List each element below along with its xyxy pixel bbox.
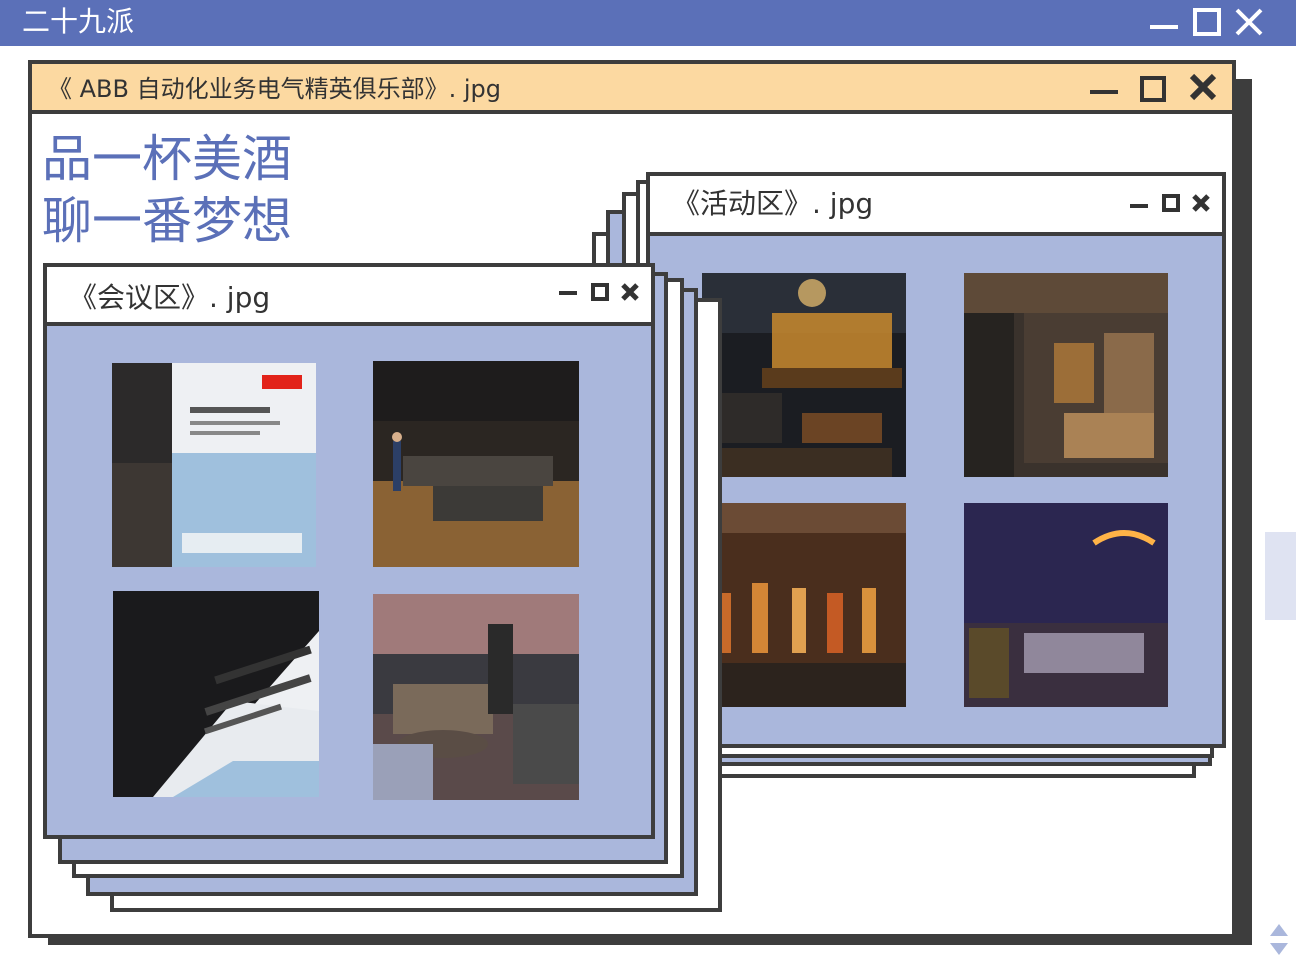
photo-banner-display[interactable]: [112, 363, 316, 567]
main-window-title-bar[interactable]: 《 ABB 自动化业务电气精英俱乐部》. jpg: [32, 64, 1232, 114]
scroll-down-icon[interactable]: [1270, 943, 1288, 955]
photo-lounge-armor[interactable]: [373, 594, 579, 800]
photo-meeting-room[interactable]: [373, 361, 579, 567]
app-title-bar: 二十九派: [0, 0, 1296, 46]
main-close-icon[interactable]: [1188, 72, 1218, 102]
photo-liquor-shelf[interactable]: [702, 503, 906, 707]
activity-close-icon[interactable]: [1190, 192, 1212, 214]
scroll-up-icon[interactable]: [1270, 924, 1288, 936]
photo-wine-wall-corridor[interactable]: [964, 273, 1168, 477]
meeting-window-title-bar[interactable]: 《会议区》. jpg: [47, 267, 651, 326]
app-maximize-icon[interactable]: [1192, 7, 1222, 37]
main-maximize-icon[interactable]: [1138, 74, 1168, 104]
scrollbar-thumb[interactable]: [1265, 532, 1296, 620]
activity-window: 《活动区》. jpg: [646, 172, 1226, 748]
activity-minimize-icon[interactable]: [1128, 196, 1150, 216]
main-minimize-icon[interactable]: [1088, 78, 1120, 102]
app-close-icon[interactable]: [1234, 7, 1264, 37]
photo-bar-lounge[interactable]: [702, 273, 906, 477]
main-window-title: 《 ABB 自动化业务电气精英俱乐部》. jpg: [48, 75, 501, 103]
app-minimize-icon[interactable]: [1148, 10, 1180, 36]
slogan-line-1: 品一杯美酒: [42, 130, 292, 188]
meeting-window-title: 《会议区》. jpg: [69, 281, 271, 314]
app-title: 二十九派: [22, 5, 135, 38]
meeting-maximize-icon[interactable]: [589, 281, 611, 303]
slogan-line-2: 聊一番梦想: [42, 192, 292, 250]
activity-maximize-icon[interactable]: [1160, 192, 1182, 214]
meeting-minimize-icon[interactable]: [557, 283, 579, 303]
meeting-close-icon[interactable]: [619, 281, 641, 303]
activity-window-title-bar[interactable]: 《活动区》. jpg: [650, 176, 1222, 236]
photo-neon-bar[interactable]: [964, 503, 1168, 707]
slogan: 品一杯美酒 聊一番梦想: [42, 128, 292, 252]
meeting-window: 《会议区》. jpg: [43, 263, 655, 839]
activity-window-title: 《活动区》. jpg: [672, 187, 874, 220]
photo-banner-closeup[interactable]: [113, 591, 319, 797]
